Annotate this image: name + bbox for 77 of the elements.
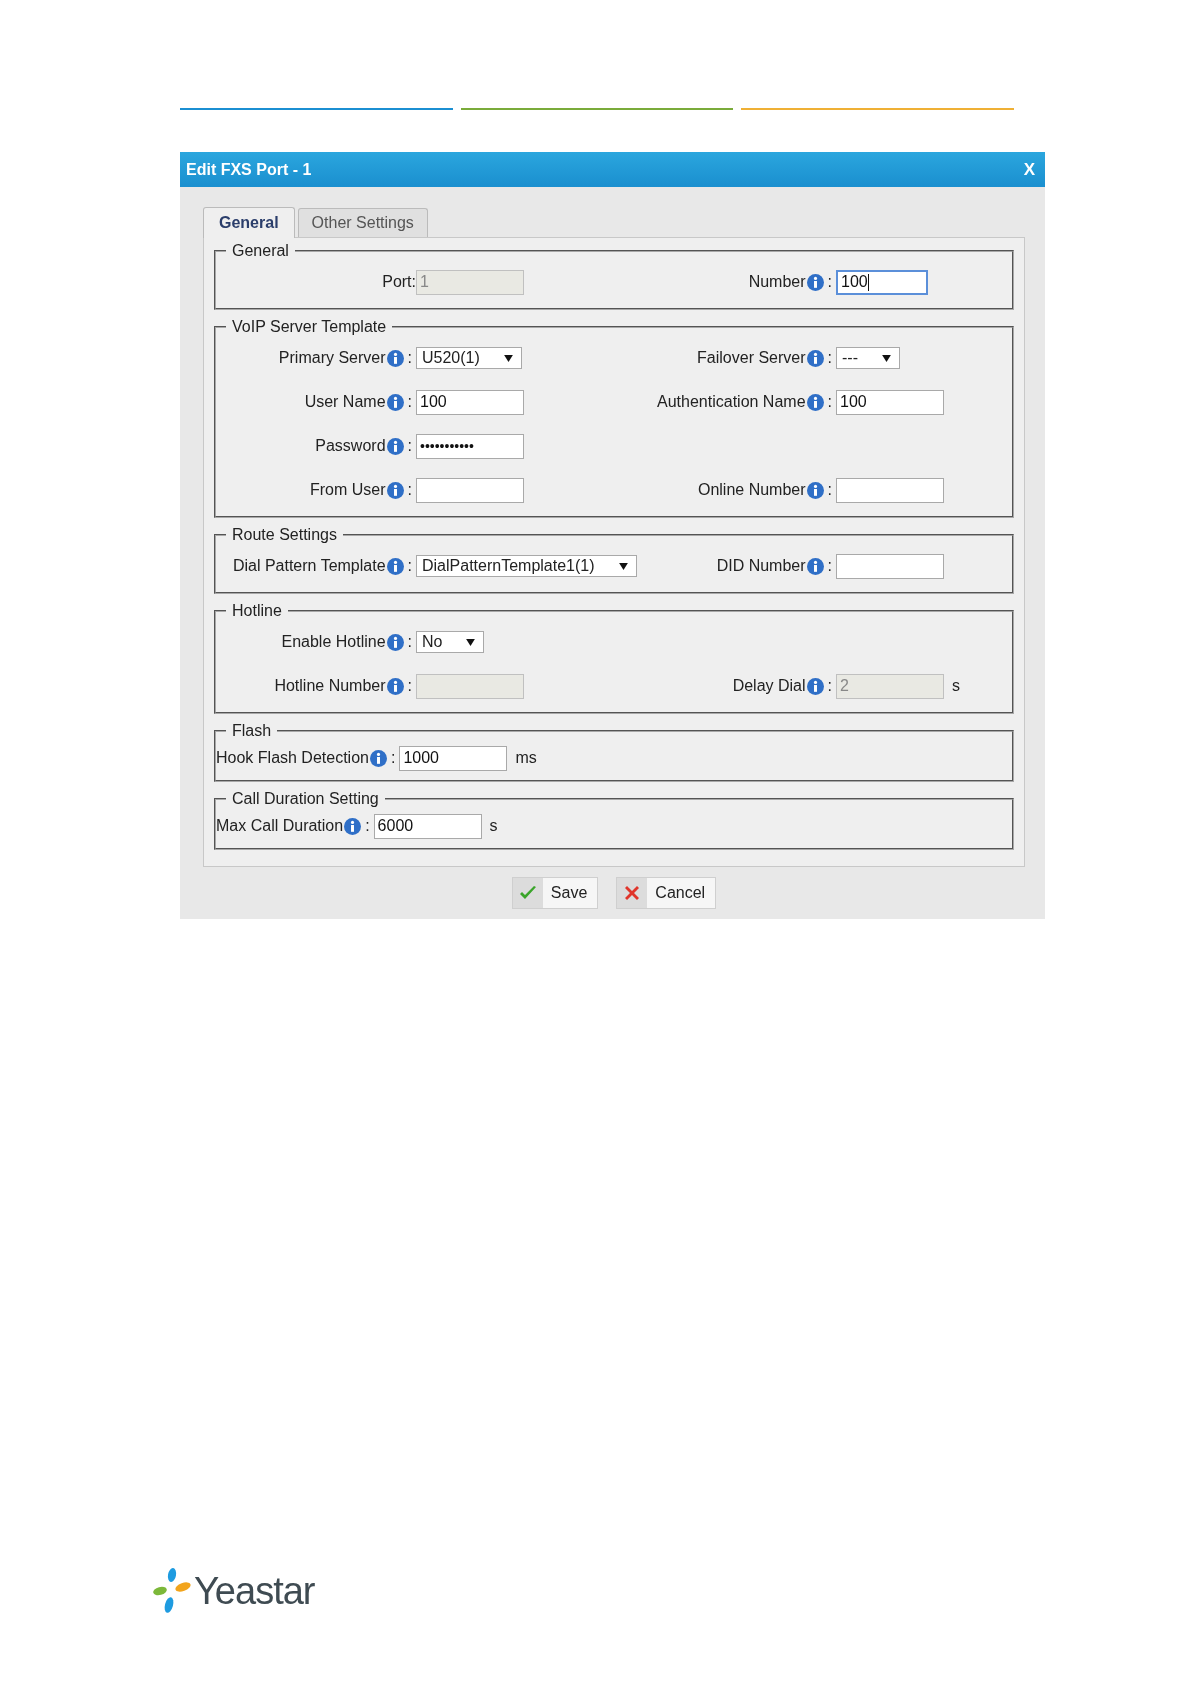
info-icon[interactable] [806, 481, 824, 499]
group-title: Call Duration Setting [231, 790, 380, 808]
colon: : [407, 349, 412, 367]
group-title: Flash [231, 722, 273, 740]
info-icon[interactable] [386, 437, 404, 455]
save-button[interactable]: Save [511, 877, 599, 909]
field-label: Primary Server [278, 349, 386, 367]
field-label: Online Number [697, 481, 806, 499]
colon: : [407, 633, 412, 651]
info-icon[interactable] [369, 749, 387, 767]
logo-text: Yeastar [194, 1569, 315, 1613]
info-icon[interactable] [806, 557, 824, 575]
colon: : [827, 393, 832, 411]
text-field[interactable]: 6000 [373, 813, 482, 839]
dropdown[interactable]: U520(1) [416, 347, 522, 369]
info-icon[interactable] [386, 393, 404, 411]
password-field[interactable]: ••••••••••• [416, 433, 524, 459]
dropdown[interactable]: DialPatternTemplate1(1) [416, 555, 637, 577]
unit-label: s [952, 677, 960, 695]
text-field[interactable] [416, 477, 524, 503]
dropdown[interactable]: --- [836, 347, 900, 369]
group-title: VoIP Server Template [231, 318, 388, 336]
group-title: Route Settings [231, 526, 338, 544]
caret-icon [503, 354, 513, 362]
field-label: Port: [382, 273, 416, 291]
unit-label: s [489, 817, 498, 835]
colon: : [827, 349, 832, 367]
group-title: General [231, 242, 290, 260]
caret-icon [466, 638, 476, 646]
field-label: Dial Pattern Template [232, 557, 386, 575]
colon: : [827, 677, 832, 695]
dropdown[interactable]: No [416, 631, 485, 653]
field-label: Enable Hotline [281, 633, 386, 651]
field-label: Authentication Name [657, 393, 806, 411]
tab[interactable]: General [203, 207, 295, 238]
info-icon[interactable] [386, 481, 404, 499]
unit-label: ms [515, 749, 537, 767]
info-icon[interactable] [806, 273, 824, 291]
field-label: Max Call Duration [216, 817, 344, 835]
caret-icon [618, 562, 628, 570]
field-label: Number [748, 273, 806, 291]
dialog-title: Edit FXS Port - 1 [186, 160, 312, 179]
field-label: Delay Dial [732, 677, 806, 695]
colon: : [407, 393, 412, 411]
field-label: Hotline Number [274, 677, 386, 695]
field-label: User Name [304, 393, 386, 411]
text-field[interactable]: 100 [836, 269, 928, 295]
text-field[interactable]: 100 [416, 389, 524, 415]
colon: : [407, 677, 412, 695]
info-icon[interactable] [386, 557, 404, 575]
colon: : [407, 481, 412, 499]
colon: : [827, 557, 832, 575]
info-icon[interactable] [344, 817, 362, 835]
field-label: From User [310, 481, 386, 499]
info-icon[interactable] [806, 349, 824, 367]
info-icon[interactable] [386, 633, 404, 651]
cancel-button[interactable]: Cancel [616, 877, 717, 909]
field-label: Password [315, 437, 386, 455]
info-icon[interactable] [806, 393, 824, 411]
logo-icon [152, 1566, 192, 1616]
colon: : [390, 749, 396, 767]
caret-icon [882, 354, 891, 362]
text-field[interactable] [836, 477, 944, 503]
colon: : [827, 481, 832, 499]
colon: : [407, 437, 412, 455]
info-icon[interactable] [386, 349, 404, 367]
field-label: DID Number [716, 557, 806, 575]
text-field[interactable]: 1000 [399, 745, 508, 771]
field-label: Hook Flash Detection [216, 749, 369, 767]
tab[interactable]: Other Settings [297, 208, 428, 237]
text-field[interactable]: 100 [836, 389, 944, 415]
text-field[interactable] [836, 553, 944, 579]
colon: : [827, 273, 832, 291]
group-title: Hotline [231, 602, 283, 620]
colon: : [407, 557, 412, 575]
colon: : [365, 817, 370, 835]
field-label: Failover Server [697, 349, 806, 367]
